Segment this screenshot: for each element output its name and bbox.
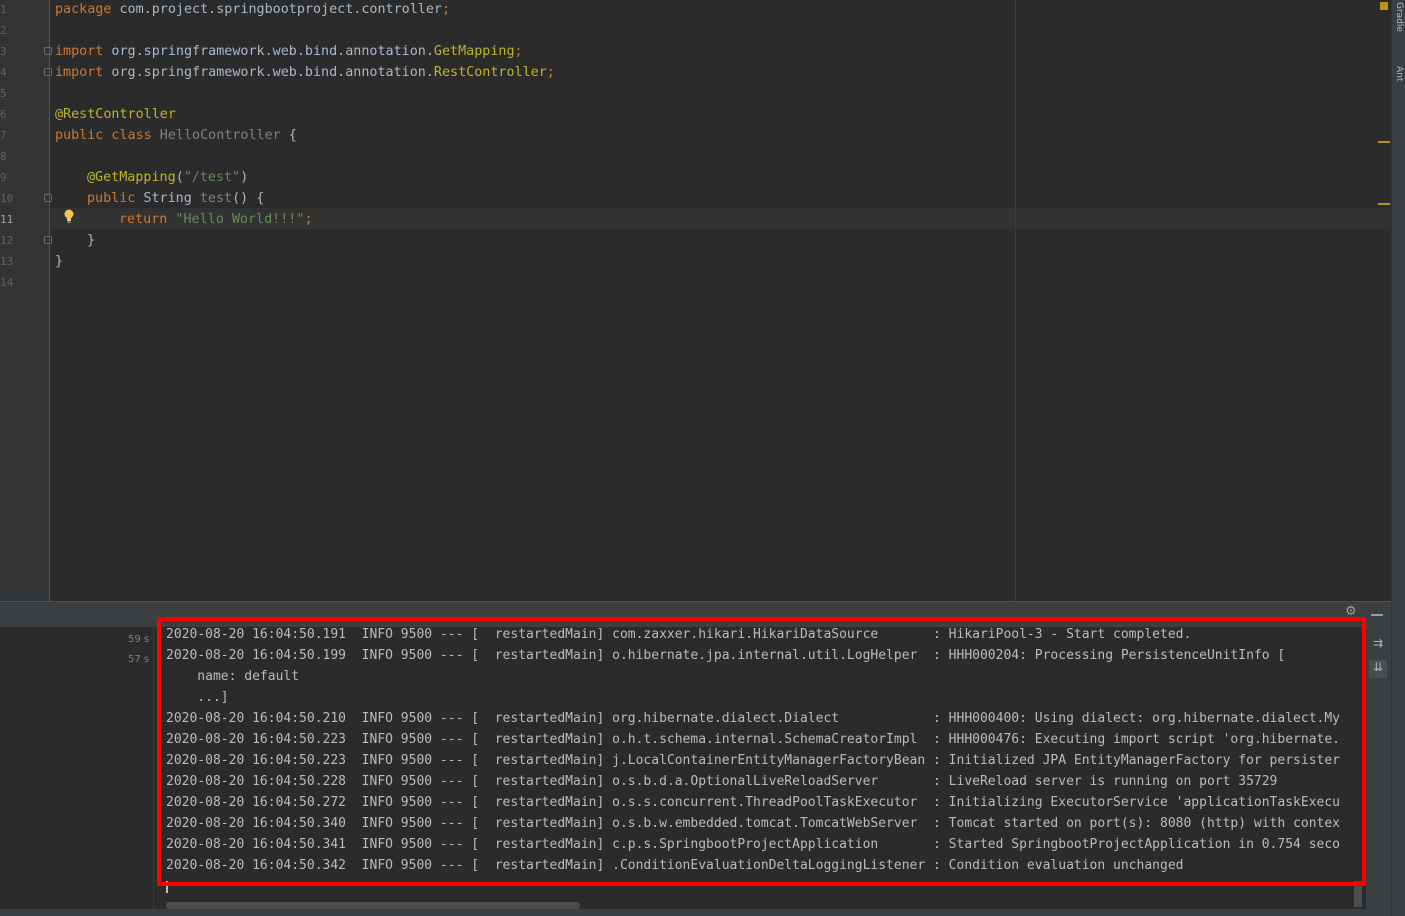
line-number: 3 — [0, 45, 7, 58]
scroll-to-end-icon[interactable]: ⇊ — [1369, 660, 1387, 678]
params: () { — [232, 191, 265, 206]
status-bar — [0, 909, 1391, 916]
keyword: return — [119, 212, 168, 227]
class-name: HelloController — [151, 128, 281, 143]
type-name: String — [135, 191, 192, 206]
fold-toggle-icon[interactable] — [44, 194, 52, 202]
keyword: public — [87, 191, 136, 206]
line-number: 9 — [0, 171, 7, 184]
string-literal: "/test" — [183, 170, 241, 185]
warning-stripe[interactable] — [1378, 203, 1390, 205]
code-line-9: @GetMapping("/test") — [87, 167, 248, 188]
soft-wrap-icon[interactable]: ⇉ — [1369, 636, 1387, 654]
method-name: test — [191, 191, 233, 206]
keyword: package — [55, 2, 112, 17]
line-number-gutter[interactable]: 1 2 3 4 5 6 7 8 9 10 11 12 13 14 — [0, 0, 50, 601]
run-tree-panel[interactable]: 59 s 57 s — [0, 627, 154, 912]
keyword: import — [55, 44, 104, 59]
vertical-scrollbar[interactable] — [1354, 881, 1362, 907]
minimize-icon[interactable] — [1371, 614, 1383, 616]
line-number: 5 — [0, 87, 7, 100]
log-line: 2020-08-20 16:04:50.228 INFO 9500 --- [ … — [166, 774, 1278, 789]
import-path: org.springframework.web.bind.annotation. — [103, 44, 434, 59]
gradle-tab[interactable]: Gradle — [1392, 2, 1404, 32]
log-line: 2020-08-20 16:04:50.199 INFO 9500 --- [ … — [166, 648, 1286, 663]
log-line: 2020-08-20 16:04:50.341 INFO 9500 --- [ … — [166, 837, 1340, 852]
horizontal-scrollbar[interactable] — [166, 902, 580, 909]
code-line-7: public class HelloController { — [55, 125, 297, 146]
elapsed-time-label: 59 s — [128, 634, 150, 645]
console-header — [0, 601, 1391, 627]
line-number: 12 — [0, 234, 14, 247]
right-margin-guide — [1015, 0, 1016, 601]
semicolon: ; — [514, 44, 523, 59]
line-number: 13 — [0, 255, 14, 268]
keyword: import — [55, 65, 104, 80]
line-number: 2 — [0, 24, 7, 37]
paren: ) — [240, 170, 249, 185]
semicolon: ; — [304, 212, 313, 227]
code-line-13: } — [55, 254, 64, 269]
elapsed-time-label: 57 s — [128, 654, 150, 665]
line-number: 14 — [0, 276, 14, 289]
string-literal: "Hello World!!!" — [167, 212, 305, 227]
fold-toggle-icon[interactable] — [44, 68, 52, 76]
code-line-10: public String test() { — [87, 188, 264, 209]
package-name: com.project.springbootproject.controller — [111, 2, 442, 17]
ant-tab[interactable]: Ant — [1392, 66, 1404, 81]
line-number: 10 — [0, 192, 14, 205]
log-line: name: default — [166, 669, 300, 684]
code-editor[interactable]: 1 2 3 4 5 6 7 8 9 10 11 12 13 14 package… — [0, 0, 1391, 601]
log-line: 2020-08-20 16:04:50.210 INFO 9500 --- [ … — [166, 711, 1340, 726]
import-class: RestController — [433, 65, 547, 80]
log-line: 2020-08-20 16:04:50.223 INFO 9500 --- [ … — [166, 753, 1340, 768]
line-number: 6 — [0, 108, 7, 121]
annotation: @GetMapping — [87, 170, 176, 185]
line-number: 8 — [0, 150, 7, 163]
log-line: 2020-08-20 16:04:50.340 INFO 9500 --- [ … — [166, 816, 1340, 831]
log-line: 2020-08-20 16:04:50.191 INFO 9500 --- [ … — [166, 627, 1192, 642]
warning-stripe[interactable] — [1378, 141, 1390, 143]
gear-icon[interactable]: ⚙ — [1345, 604, 1357, 619]
line-number: 7 — [0, 129, 7, 142]
console-cursor — [166, 881, 168, 893]
log-line: 2020-08-20 16:04:50.342 INFO 9500 --- [ … — [166, 858, 1184, 873]
log-line: 2020-08-20 16:04:50.272 INFO 9500 --- [ … — [166, 795, 1340, 810]
warning-indicator-icon[interactable] — [1380, 2, 1388, 10]
fold-toggle-icon[interactable] — [44, 47, 52, 55]
log-line: 2020-08-20 16:04:50.223 INFO 9500 --- [ … — [166, 732, 1340, 747]
code-line-11: return "Hello World!!!"; — [119, 209, 313, 230]
annotation: @RestController — [55, 107, 176, 122]
import-path: org.springframework.web.bind.annotation. — [103, 65, 434, 80]
right-tool-strip — [1391, 0, 1405, 916]
import-class: GetMapping — [433, 44, 515, 59]
lightbulb-icon[interactable] — [64, 209, 74, 223]
line-number: 1 — [0, 3, 7, 16]
line-number: 4 — [0, 66, 7, 79]
console-output[interactable]: 2020-08-20 16:04:50.191 INFO 9500 --- [ … — [154, 627, 1364, 907]
code-line-6: @RestController — [55, 104, 176, 125]
code-line-12: } — [87, 233, 96, 248]
code-line-1: package com.project.springbootproject.co… — [55, 0, 450, 20]
log-line: ...] — [166, 690, 229, 705]
semicolon: ; — [546, 65, 555, 80]
paren: ( — [175, 170, 184, 185]
brace: { — [280, 128, 297, 143]
fold-toggle-icon[interactable] — [44, 236, 52, 244]
keyword: public class — [55, 128, 152, 143]
semicolon: ; — [441, 2, 451, 17]
code-line-3: import org.springframework.web.bind.anno… — [55, 41, 523, 62]
code-line-4: import org.springframework.web.bind.anno… — [55, 62, 555, 83]
line-number-active: 11 — [0, 213, 14, 226]
